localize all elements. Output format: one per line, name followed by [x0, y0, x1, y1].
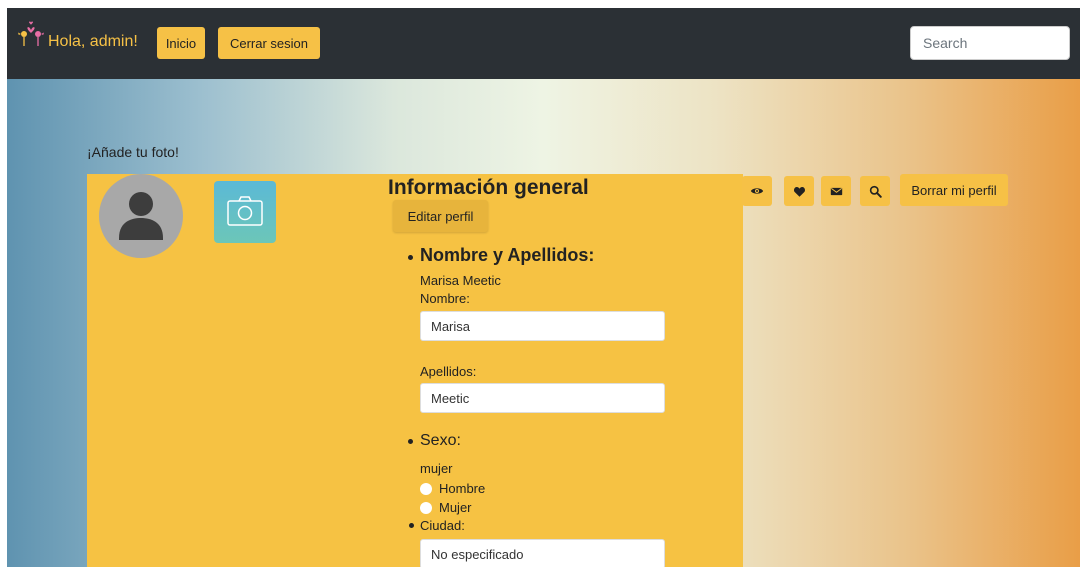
radio-mujer[interactable]: [420, 502, 432, 514]
eye-icon: [750, 188, 764, 194]
greeting-text: Hola, admin!: [48, 33, 138, 50]
sex-heading: Sexo:: [420, 432, 461, 449]
search-icon: [869, 185, 882, 198]
home-button[interactable]: Inicio: [157, 27, 205, 59]
favorites-button[interactable]: [784, 176, 814, 206]
top-navbar: Hola, admin! Inicio Cerrar sesion: [7, 8, 1080, 79]
delete-profile-button[interactable]: Borrar mi perfil: [900, 174, 1008, 206]
radio-hombre-label: Hombre: [439, 481, 486, 496]
search-input[interactable]: [910, 26, 1070, 60]
view-profile-button[interactable]: [742, 176, 772, 206]
radio-hombre[interactable]: [420, 483, 432, 495]
last-name-input[interactable]: [420, 383, 665, 413]
first-name-label: Nombre:: [420, 291, 470, 306]
first-name-input[interactable]: [420, 311, 665, 341]
city-heading: Ciudad:: [420, 518, 465, 533]
general-info-title: Información general: [388, 176, 589, 199]
city-input[interactable]: [420, 539, 665, 567]
edit-profile-button[interactable]: Editar perfil: [393, 200, 488, 232]
logo-icon: [18, 21, 44, 46]
app-frame: Hola, admin! Inicio Cerrar sesion ¡Añade…: [7, 8, 1080, 567]
envelope-icon: [830, 187, 842, 195]
logout-button[interactable]: Cerrar sesion: [218, 27, 320, 59]
upload-photo-button[interactable]: [214, 181, 276, 243]
messages-button[interactable]: [821, 176, 851, 206]
search-profiles-button[interactable]: [860, 176, 890, 206]
avatar-placeholder: [99, 174, 183, 258]
camera-icon: [227, 196, 263, 226]
last-name-label: Apellidos:: [420, 364, 477, 379]
radio-mujer-label: Mujer: [439, 500, 472, 515]
profile-card: Información general Editar perfil Nombre…: [87, 174, 743, 567]
user-silhouette-icon: [119, 192, 163, 240]
heart-icon: [793, 186, 805, 197]
full-name-text: Marisa Meetic: [420, 273, 501, 288]
bullet-icon: [408, 255, 413, 260]
sex-current-value: mujer: [420, 461, 453, 476]
add-photo-label: ¡Añade tu foto!: [87, 144, 179, 160]
bullet-icon: [408, 439, 413, 444]
name-heading: Nombre y Apellidos:: [420, 245, 595, 265]
bullet-icon: [409, 523, 414, 528]
